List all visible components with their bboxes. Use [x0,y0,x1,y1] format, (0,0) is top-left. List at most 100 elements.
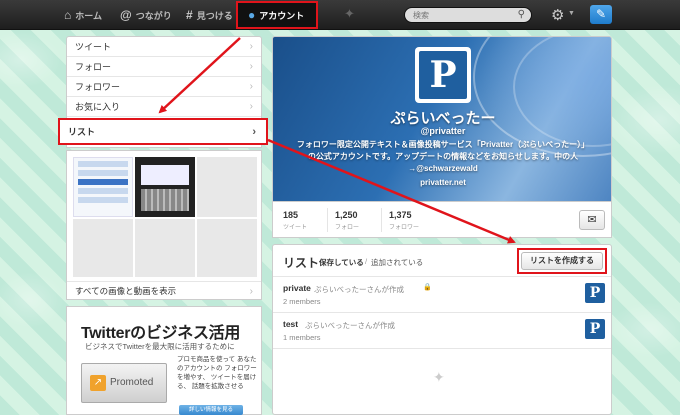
create-list-button-highlight: リストを作成する [517,248,607,274]
home-icon: ⌂ [64,8,72,22]
stat-count: 1,375 [389,210,412,220]
stat-label: フォロワー [389,225,420,231]
twitter-bird-icon[interactable]: ✦ [344,6,355,22]
tab-member-of-lists[interactable]: 追加されている [371,257,423,268]
lock-icon: 🔒 [423,284,432,291]
media-thumbnail[interactable] [197,157,257,217]
thumb-line [78,197,128,203]
media-thumbnails [73,157,257,277]
envelope-icon: ✉ [587,214,597,226]
privatter-logo-icon: P [419,51,467,99]
media-thumbnail[interactable] [135,219,195,277]
search-box: ⚲ [404,7,532,23]
stat-count: 1,250 [335,210,358,220]
person-icon: ● [248,8,256,22]
profile-bio: フォロワー限定公開テキスト＆画像投稿サービス「Privatter（ぷらいべったー… [296,140,590,173]
nav-discover[interactable]: # 見つける [186,0,233,30]
promoted-billboard: ↗ Promoted [81,363,167,403]
at-icon: @ [120,8,132,22]
search-input[interactable] [405,8,513,22]
thumb-line [78,170,128,176]
business-ad-title: Twitterのビジネス活用 [81,325,241,342]
promoted-label: Promoted [110,377,154,388]
sidebar-item-following[interactable]: フォロー › [67,57,261,77]
sidebar-item-label: フォロワー [75,82,121,92]
privatter-logo-icon: P [585,283,605,303]
gear-icon[interactable]: ⚙ [551,6,564,24]
profile-url-link[interactable]: privatter.net [273,178,611,187]
tab-subscribed-lists[interactable]: 保存している [319,257,364,268]
chevron-right-icon: › [249,61,253,72]
compose-icon: ✎ [595,7,607,21]
sidebar-item-label: フォロー [75,62,112,72]
chevron-right-icon: › [252,125,256,138]
thumb-keyboard [141,189,189,211]
sidebar-item-favorites[interactable]: お気に入り › [67,97,261,117]
stat-count: 185 [283,210,299,220]
sidebar-item-lists[interactable]: リスト › [58,118,268,145]
view-all-media-label: すべての画像と動画を表示 [75,286,177,296]
sidebar-item-tweets[interactable]: ツイート › [67,37,261,57]
create-list-button[interactable]: リストを作成する [521,252,603,270]
list-item[interactable]: test ぷらいべったーさんが作成 1 members P [273,313,611,349]
chevron-right-icon: › [249,41,253,52]
nav-connect-label: つながり [135,10,172,21]
sidebar-item-label: ツイート [75,42,112,52]
direct-message-button[interactable]: ✉ [579,210,605,230]
sidebar-item-label: リスト [68,127,96,137]
nav-home-label: ホーム [75,10,102,21]
media-thumbnail[interactable] [135,157,195,217]
twitter-bird-icon: ✦ [433,369,445,385]
lists-header: リスト 保存している / 追加されている リストを作成する [273,245,611,277]
lists-title: リスト [283,256,320,270]
list-creator: ぷらいべったーさんが作成 [305,321,395,330]
chevron-right-icon: › [249,81,253,92]
stat-followers[interactable]: 1,375 フォロワー [389,210,419,231]
caret-down-icon[interactable]: ▼ [568,10,575,17]
chevron-right-icon: › [249,101,253,112]
stat-tweets[interactable]: 185 ツイート [283,210,307,231]
stat-label: フォロー [335,225,360,231]
list-item[interactable]: private ぷらいべったーさんが作成 🔒 2 members P [273,277,611,313]
sidebar-item-label: お気に入り [75,102,121,112]
nav-account[interactable]: ● アカウント [236,1,318,29]
top-navigation-bar: ⌂ ホーム @ つながり # 見つける ● アカウント ✦ ⚲ ⚙ ▼ ✎ [0,0,680,30]
media-thumbnail[interactable] [73,157,133,217]
profile-handle: @privatter [420,126,466,136]
promoted-arrow-icon: ↗ [90,375,106,391]
learn-more-button[interactable]: 詳しい情報を見る [179,405,243,415]
media-thumbnail[interactable] [73,219,133,277]
nav-account-label: アカウント [259,10,305,21]
business-ad-description: プロモ商品を使って あなたのアカウントの フォロワーを増やす、 ツイートを届ける… [177,356,257,390]
stat-divider [327,208,328,232]
hashtag-icon: # [186,8,193,22]
thumb-line [78,161,128,167]
nav-discover-label: 見つける [196,10,233,21]
lists-panel: リスト 保存している / 追加されている リストを作成する private ぷら… [272,244,612,415]
profile-name: ぷらいべったー [390,110,496,127]
thumb-screen [141,165,189,185]
tab-separator: / [365,257,368,266]
avatar[interactable]: P [415,47,471,103]
stat-label: ツイート [283,225,308,231]
privatter-logo-icon: P [585,319,605,339]
sidebar-item-followers[interactable]: フォロワー › [67,77,261,97]
media-thumbnail[interactable] [197,219,257,277]
stat-divider [381,208,382,232]
media-gallery: すべての画像と動画を表示 › [66,150,262,300]
search-icon[interactable]: ⚲ [518,9,525,20]
nav-connect[interactable]: @ つながり [120,0,172,30]
stat-following[interactable]: 1,250 フォロー [335,210,359,231]
list-name-link[interactable]: test [283,319,298,329]
profile-stats: 185 ツイート 1,250 フォロー 1,375 フォロワー ✉ [272,202,612,238]
view-all-media-link[interactable]: すべての画像と動画を表示 › [67,281,261,300]
chevron-right-icon: › [249,286,253,297]
profile-header-card: P ぷらいべったー @privatter フォロワー限定公開テキスト＆画像投稿サ… [272,36,612,202]
thumb-line [78,179,128,185]
nav-home[interactable]: ⌂ ホーム [64,0,102,30]
business-ad-subtitle: ビジネスでTwitterを最大限に活用するために [85,342,235,351]
list-member-count: 2 members [283,297,321,306]
list-member-count: 1 members [283,333,321,342]
list-name-link[interactable]: private [283,283,311,293]
compose-tweet-button[interactable]: ✎ [590,5,612,24]
